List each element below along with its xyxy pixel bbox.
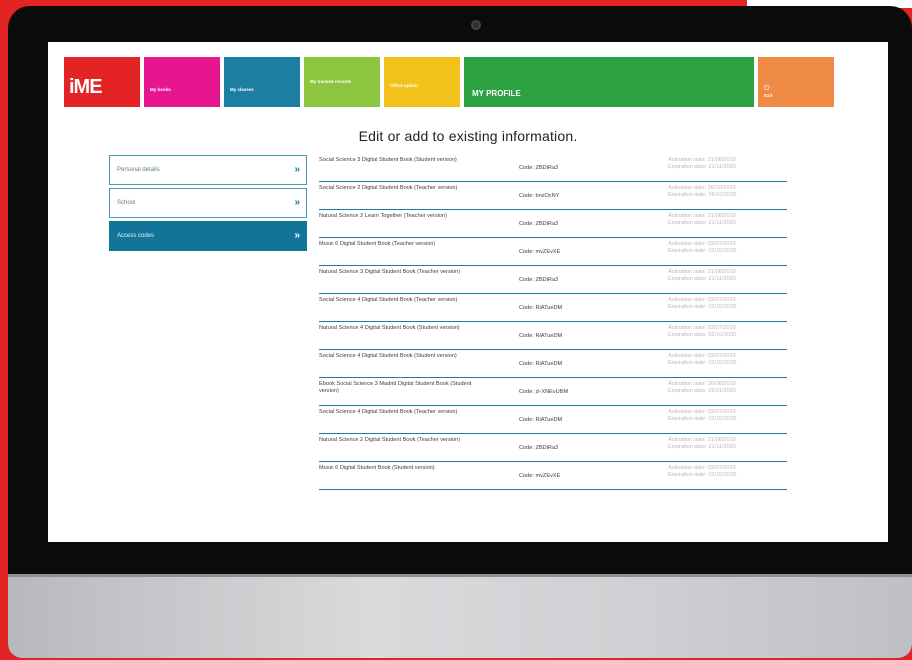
access-code: Code: ZBDiRa3	[519, 277, 559, 283]
code-dates: Activation date: 21/08/2019 Expiration d…	[668, 437, 788, 450]
list-item: Social Science 2 Digital Student Book (T…	[319, 183, 787, 210]
book-title: Social Science 4 Digital Student Book (T…	[319, 297, 458, 303]
access-code: Code: mvZEvXE	[519, 473, 561, 479]
nav-tile-label: My books	[150, 87, 171, 92]
access-codes-list: Social Science 3 Digital Student Book (S…	[319, 155, 787, 491]
access-code: Code: ZBDiRa3	[519, 445, 559, 451]
monitor-chin	[8, 574, 912, 658]
access-code: Code: RiATueDM	[519, 361, 563, 367]
access-code: Code: ZBDiRa3	[519, 221, 559, 227]
code-dates: Activation date: 21/08/2019 Expiration d…	[668, 213, 788, 226]
list-item: Social Science 3 Digital Student Book (S…	[319, 155, 787, 182]
expiration-date: Expiration date: 02/10/2020	[668, 359, 737, 366]
code-dates: Activation date: 26/10/2019 Expiration d…	[668, 185, 788, 198]
expiration-date: Expiration date: 26/11/2020	[668, 387, 737, 394]
code-dates: Activation date: 02/07/2019 Expiration d…	[668, 241, 788, 254]
list-item: Social Science 4 Digital Student Book (S…	[319, 351, 787, 378]
menu-item-access-codes[interactable]: Access codes »	[109, 221, 307, 251]
access-code: Code: bnzOcNY	[519, 193, 560, 199]
list-item: Music 6 Digital Student Book (Student ve…	[319, 463, 787, 490]
expiration-date: Expiration date: 26/10/2020	[668, 191, 737, 198]
chevron-right-icon: »	[294, 197, 300, 208]
nav-tile-exit[interactable]: ⏻ Exit	[758, 57, 834, 107]
power-icon: ⏻	[764, 85, 770, 92]
list-item: Natural Science 4 Digital Student Book (…	[319, 323, 787, 350]
book-title: Natural Science 2 Learn Together (Teache…	[319, 213, 447, 219]
expiration-date: Expiration date: 02/10/2020	[668, 471, 737, 478]
code-dates: Activation date: 02/07/2019 Expiration d…	[668, 325, 788, 338]
book-title: Social Science 4 Digital Student Book (T…	[319, 409, 458, 415]
nav-tile-label: MY PROFILE	[472, 89, 521, 98]
expiration-date: Expiration date: 21/11/2020	[668, 163, 737, 170]
profile-side-menu: Personal details » School » Access codes…	[109, 155, 307, 254]
top-navigation: iME My books My classes My tracked recor…	[64, 57, 834, 107]
access-code: Code: RiATueDM	[519, 333, 563, 339]
page-title: Edit or add to existing information.	[358, 128, 578, 144]
book-title: Natural Science 2 Digital Student Book (…	[319, 437, 461, 443]
nav-tile-office-option[interactable]: Office option	[384, 57, 460, 107]
expiration-date: Expiration date: 02/10/2020	[668, 247, 737, 254]
code-dates: Activation date: 26/08/2019 Expiration d…	[668, 381, 788, 394]
expiration-date: Expiration date: 02/10/2020	[668, 303, 737, 310]
book-title: Music 6 Digital Student Book (Teacher ve…	[319, 241, 436, 247]
nav-tile-my-classes[interactable]: My classes	[224, 57, 300, 107]
expiration-date: Expiration date: 21/11/2020	[668, 219, 737, 226]
book-title: Music 6 Digital Student Book (Student ve…	[319, 465, 435, 471]
screen: iME My books My classes My tracked recor…	[48, 42, 888, 542]
code-dates: Activation date: 02/07/2019 Expiration d…	[668, 409, 788, 422]
list-item: Natural Science 2 Learn Together (Teache…	[319, 211, 787, 238]
code-dates: Activation date: 02/07/2019 Expiration d…	[668, 465, 788, 478]
code-dates: Activation date: 02/07/2019 Expiration d…	[668, 353, 788, 366]
list-item: Music 6 Digital Student Book (Teacher ve…	[319, 239, 787, 266]
list-item: Social Science 4 Digital Student Book (T…	[319, 407, 787, 434]
access-code: Code: RiATueDM	[519, 305, 563, 311]
code-dates: Activation date: 02/07/2019 Expiration d…	[668, 297, 788, 310]
book-title: Natural Science 4 Digital Student Book (…	[319, 325, 460, 331]
chevron-right-icon: »	[294, 230, 300, 241]
code-dates: Activation date: 21/08/2019 Expiration d…	[668, 157, 788, 170]
book-title: Social Science 2 Digital Student Book (T…	[319, 185, 458, 191]
expiration-date: Expiration date: 02/10/2020	[668, 415, 737, 422]
code-dates: Activation date: 21/08/2019 Expiration d…	[668, 269, 788, 282]
logo: iME	[69, 76, 103, 98]
access-code: Code: ZBDiRa3	[519, 165, 559, 171]
access-code: Code: mvZEvXE	[519, 249, 561, 255]
menu-item-personal-details[interactable]: Personal details »	[109, 155, 307, 185]
book-title: Social Science 3 Digital Student Book (S…	[319, 157, 457, 163]
list-item: Ebook Social Science 3 Madrid Digital St…	[319, 379, 787, 406]
logo-tile[interactable]: iME	[64, 57, 140, 107]
book-title: Natural Science 3 Digital Student Book (…	[319, 269, 461, 275]
nav-tile-label: Office option	[390, 83, 418, 88]
list-item: Social Science 4 Digital Student Book (T…	[319, 295, 787, 322]
nav-tile-label: My classes	[230, 87, 254, 92]
access-code: Code: zl-XNEvUBM	[519, 389, 569, 395]
expiration-date: Expiration date: 21/11/2020	[668, 443, 737, 450]
book-title: Ebook Social Science 3 Madrid Digital St…	[319, 381, 472, 394]
expiration-date: Expiration date: 21/11/2020	[668, 275, 737, 282]
chevron-right-icon: »	[294, 164, 300, 175]
menu-item-school[interactable]: School »	[109, 188, 307, 218]
nav-tile-my-tracked-records[interactable]: My tracked records	[304, 57, 380, 107]
nav-tile-label: Exit	[764, 93, 773, 98]
menu-item-label: Personal details	[117, 167, 160, 173]
nav-tile-my-profile[interactable]: MY PROFILE	[464, 57, 754, 107]
menu-item-label: School	[117, 200, 136, 206]
monitor-chin-edge	[8, 574, 912, 577]
book-title: Social Science 4 Digital Student Book (S…	[319, 353, 457, 359]
list-item: Natural Science 3 Digital Student Book (…	[319, 267, 787, 294]
nav-tile-label: My tracked records	[310, 79, 352, 84]
webcam-icon	[471, 20, 481, 30]
list-item: Natural Science 2 Digital Student Book (…	[319, 435, 787, 462]
expiration-date: Expiration date: 02/10/2020	[668, 331, 737, 338]
menu-item-label: Access codes	[117, 233, 155, 239]
access-code: Code: RiATueDM	[519, 417, 563, 423]
nav-tile-my-books[interactable]: My books	[144, 57, 220, 107]
